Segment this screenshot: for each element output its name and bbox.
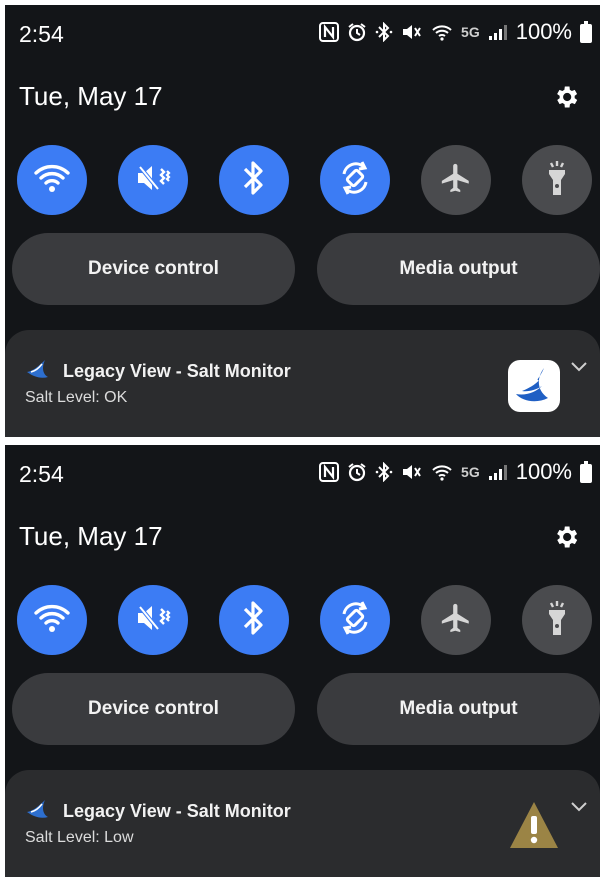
chevron-down-icon[interactable] bbox=[570, 360, 588, 378]
airplane-mode-icon bbox=[439, 161, 473, 200]
battery-icon bbox=[580, 21, 592, 43]
status-time: 2:54 bbox=[19, 461, 64, 487]
settings-gear-icon[interactable] bbox=[552, 83, 580, 116]
airplane-mode-icon bbox=[439, 601, 473, 640]
salt-monitor-notification[interactable]: Legacy View - Salt Monitor Salt Level: L… bbox=[5, 770, 600, 877]
wifi-icon bbox=[33, 161, 71, 200]
quick-settings-tiles bbox=[17, 145, 592, 215]
mute-status-icon bbox=[401, 22, 423, 42]
signal-icon bbox=[488, 23, 508, 41]
status-bar: 2:54 5G 100% bbox=[5, 445, 600, 501]
quick-panel-ok: 2:54 5G 100% Tue, May 17 Device control … bbox=[5, 5, 600, 437]
notification-title: Legacy View - Salt Monitor bbox=[63, 801, 291, 821]
app-logo-icon bbox=[508, 360, 560, 412]
vibrate-mode-icon bbox=[134, 161, 172, 200]
flashlight-tile[interactable] bbox=[522, 585, 592, 655]
date-label: Tue, May 17 bbox=[19, 81, 163, 111]
warning-icon bbox=[508, 800, 560, 852]
quick-settings-tiles bbox=[17, 585, 592, 655]
nfc-icon bbox=[319, 22, 340, 42]
airplane-mode-tile[interactable] bbox=[421, 585, 491, 655]
notification-text: Salt Level: OK bbox=[25, 389, 128, 406]
sound-mode-tile[interactable] bbox=[118, 145, 188, 215]
notification-header: Legacy View - Salt Monitor bbox=[25, 798, 291, 825]
auto-rotate-icon bbox=[336, 599, 374, 642]
bluetooth-status-icon bbox=[375, 22, 393, 42]
bluetooth-status-icon bbox=[375, 462, 393, 482]
settings-gear-icon[interactable] bbox=[552, 523, 580, 556]
battery-icon bbox=[580, 461, 592, 483]
notification-text: Salt Level: Low bbox=[25, 829, 134, 846]
wifi-tile[interactable] bbox=[17, 145, 87, 215]
chevron-down-icon[interactable] bbox=[570, 800, 588, 818]
status-icons: 5G 100% bbox=[319, 19, 592, 45]
date-label: Tue, May 17 bbox=[19, 521, 163, 551]
battery-level: 100% bbox=[515, 459, 572, 484]
bluetooth-tile[interactable] bbox=[219, 145, 289, 215]
network-type: 5G bbox=[461, 24, 480, 40]
vibrate-mode-icon bbox=[134, 601, 172, 640]
app-small-icon bbox=[25, 358, 51, 385]
auto-rotate-tile[interactable] bbox=[320, 145, 390, 215]
network-type: 5G bbox=[461, 464, 480, 480]
auto-rotate-icon bbox=[336, 159, 374, 202]
signal-icon bbox=[488, 463, 508, 481]
status-icons: 5G 100% bbox=[319, 459, 592, 485]
status-time: 2:54 bbox=[19, 21, 64, 47]
wifi-status-icon bbox=[431, 22, 453, 42]
alarm-icon bbox=[347, 462, 367, 482]
status-bar: 2:54 5G 100% bbox=[5, 5, 600, 61]
device-control-button[interactable]: Device control bbox=[12, 233, 295, 305]
wifi-tile[interactable] bbox=[17, 585, 87, 655]
flashlight-icon bbox=[542, 599, 572, 642]
quick-panel-low: 2:54 5G 100% Tue, May 17 Device control … bbox=[5, 445, 600, 877]
notification-header: Legacy View - Salt Monitor bbox=[25, 358, 291, 385]
alarm-icon bbox=[347, 22, 367, 42]
bluetooth-icon bbox=[241, 599, 267, 642]
notification-title: Legacy View - Salt Monitor bbox=[63, 361, 291, 381]
wifi-status-icon bbox=[431, 462, 453, 482]
flashlight-icon bbox=[542, 159, 572, 202]
auto-rotate-tile[interactable] bbox=[320, 585, 390, 655]
media-output-button[interactable]: Media output bbox=[317, 233, 600, 305]
bluetooth-icon bbox=[241, 159, 267, 202]
bluetooth-tile[interactable] bbox=[219, 585, 289, 655]
device-control-button[interactable]: Device control bbox=[12, 673, 295, 745]
nfc-icon bbox=[319, 462, 340, 482]
flashlight-tile[interactable] bbox=[522, 145, 592, 215]
airplane-mode-tile[interactable] bbox=[421, 145, 491, 215]
mute-status-icon bbox=[401, 462, 423, 482]
app-small-icon bbox=[25, 798, 51, 825]
battery-level: 100% bbox=[515, 19, 572, 44]
media-output-button[interactable]: Media output bbox=[317, 673, 600, 745]
sound-mode-tile[interactable] bbox=[118, 585, 188, 655]
wifi-icon bbox=[33, 601, 71, 640]
salt-monitor-notification[interactable]: Legacy View - Salt Monitor Salt Level: O… bbox=[5, 330, 600, 437]
